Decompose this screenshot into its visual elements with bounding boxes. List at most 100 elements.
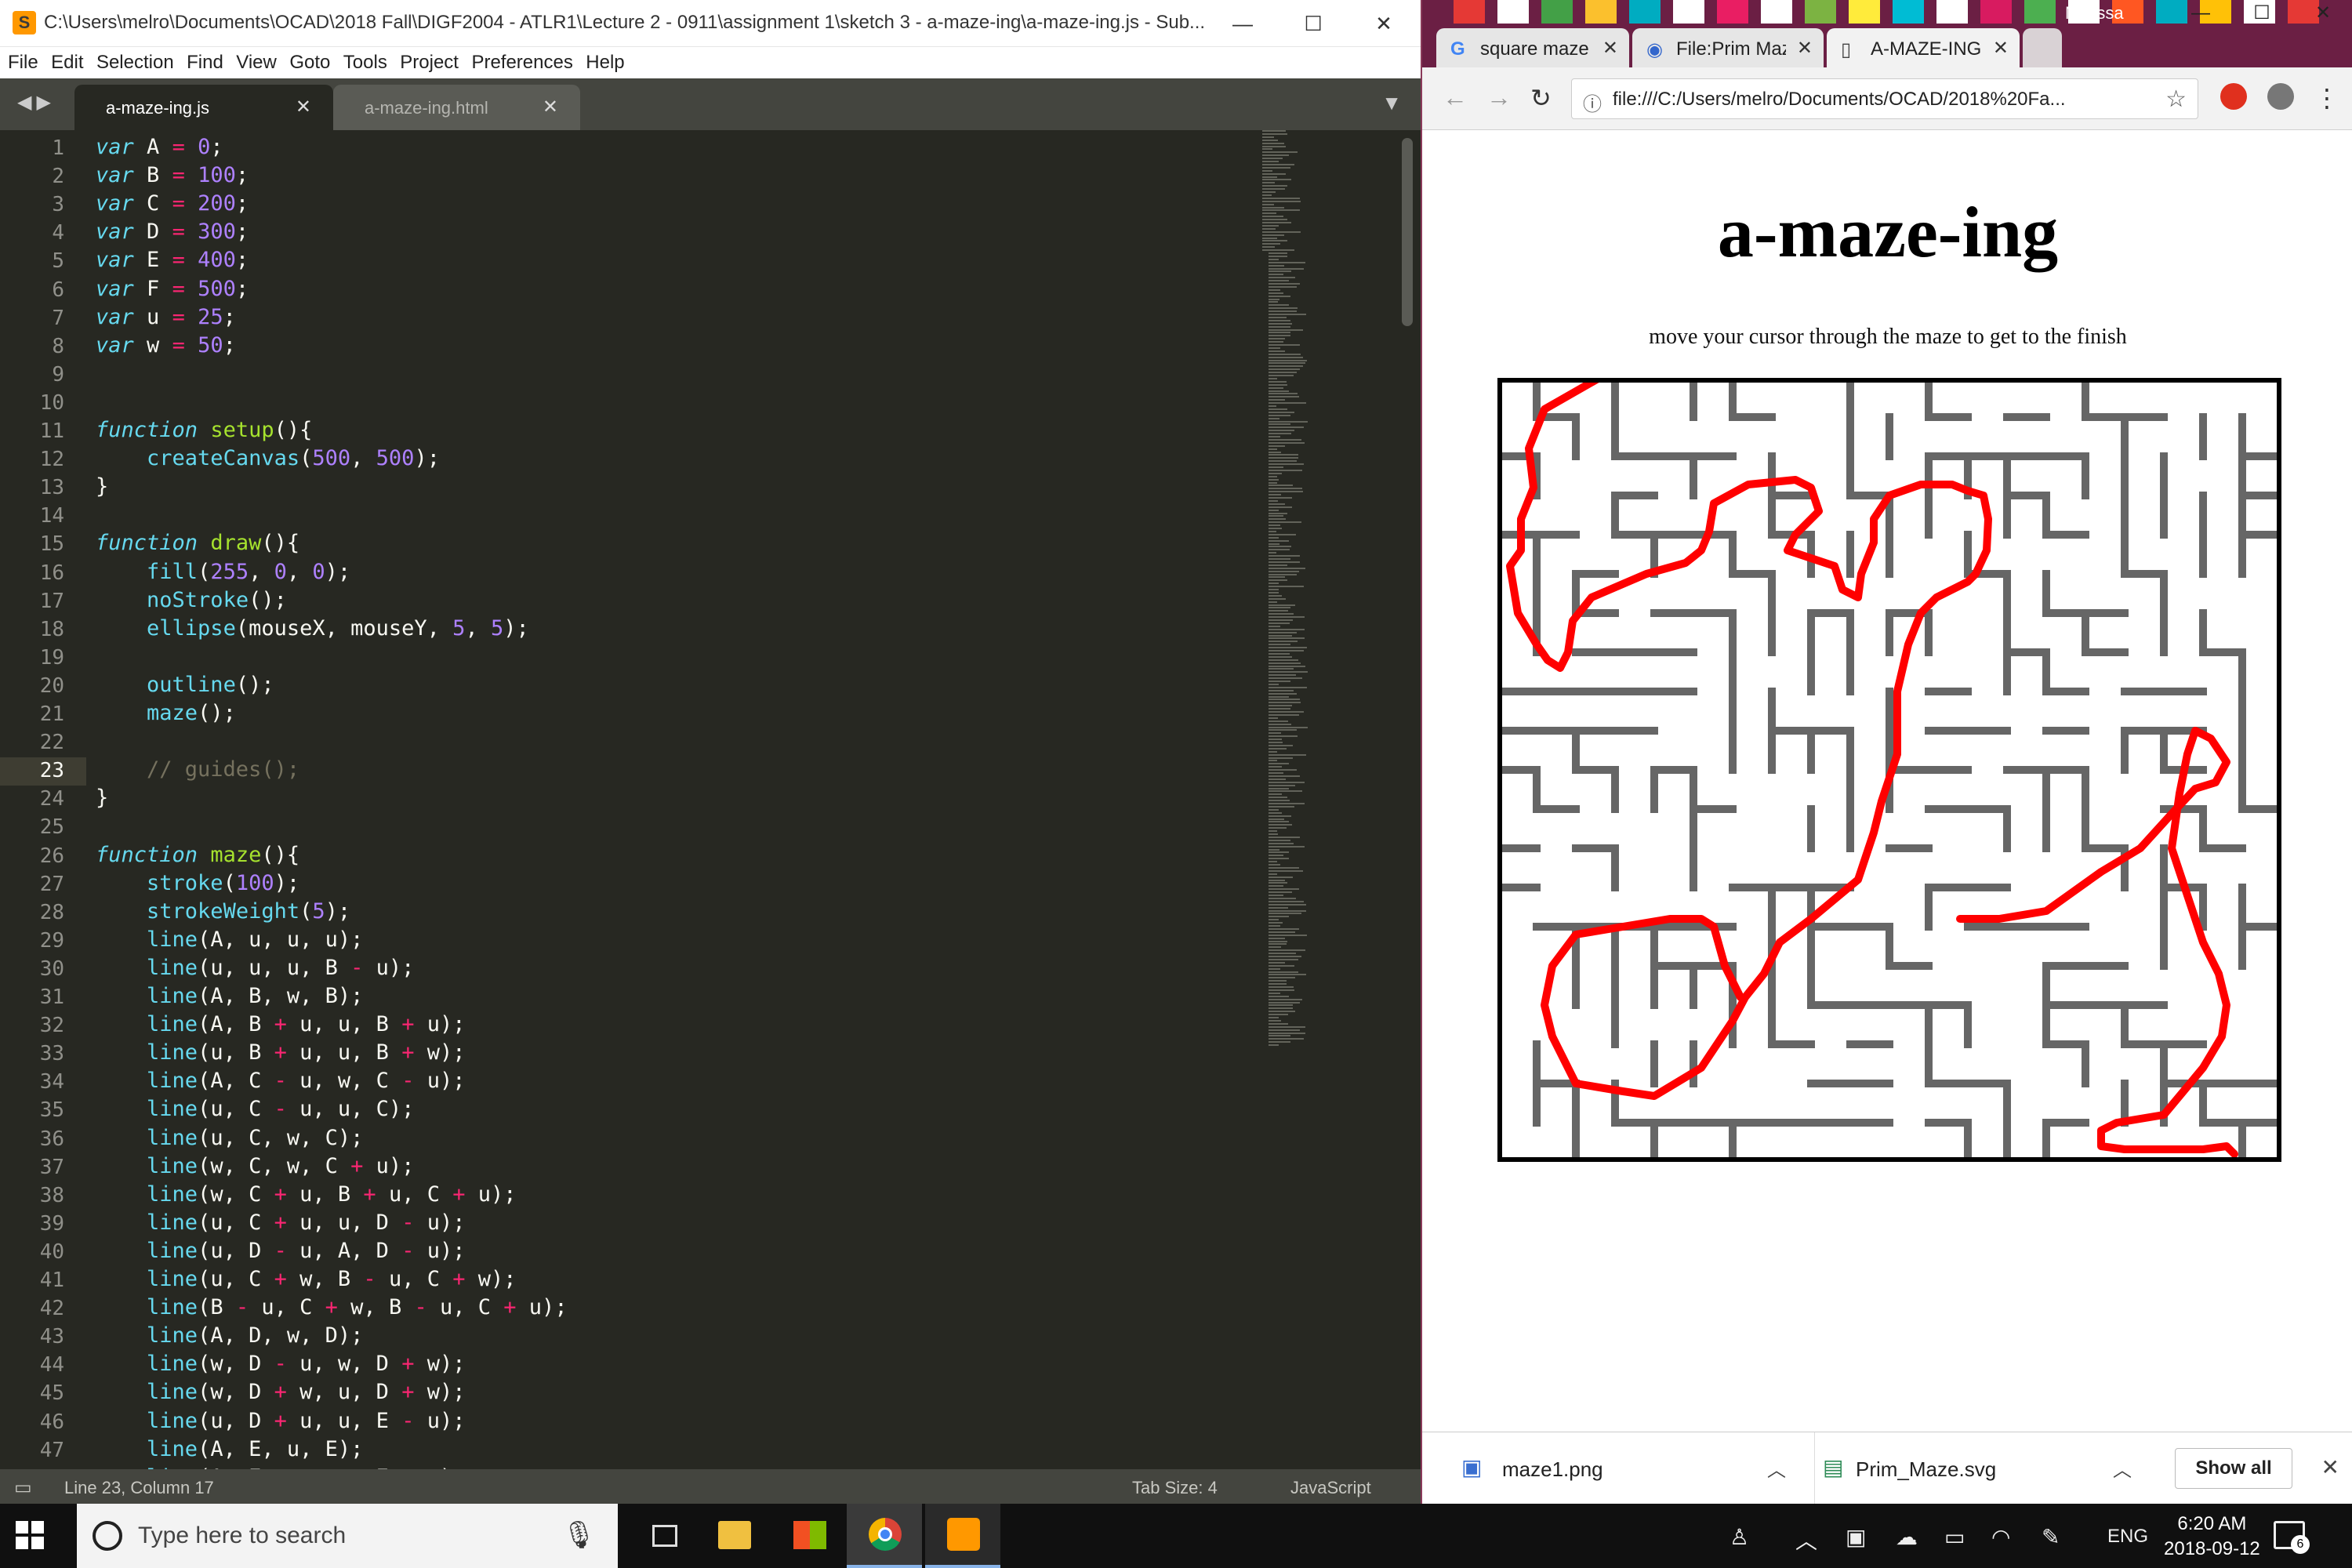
new-tab-button[interactable] [2023, 28, 2062, 67]
close-button[interactable]: ✕ [2292, 0, 2352, 27]
menu-find[interactable]: Find [179, 47, 223, 74]
code-line[interactable]: } [96, 474, 108, 499]
code-line[interactable]: // guides(); [96, 757, 299, 782]
download-item-maze1[interactable]: ▣ maze1.png ︿ [1461, 1432, 1791, 1504]
code-line[interactable]: var w = 50; [96, 333, 236, 358]
tab-dropdown-icon[interactable]: ▼ [1381, 91, 1402, 115]
tab-close-icon[interactable]: ✕ [1602, 37, 1618, 60]
maximize-button[interactable]: ☐ [1278, 0, 1348, 47]
chrome-taskbar-icon[interactable] [847, 1504, 922, 1568]
code-editor[interactable]: 1 2 3 4 5 6 7 8 9 10 11 12 13 14 15 16 17 18 19 20 21 22 23 24 2… [0, 130, 1421, 1469]
menu-selection[interactable]: Selection [89, 47, 174, 74]
show-all-button[interactable]: Show all [2175, 1448, 2292, 1489]
close-button[interactable]: ✕ [1348, 0, 1419, 47]
menu-kebab-icon[interactable]: ⋮ [2314, 83, 2339, 113]
tab-size[interactable]: Tab Size: 4 [1132, 1478, 1218, 1498]
tab-close-icon[interactable]: ✕ [543, 96, 558, 118]
code-line[interactable]: maze(); [96, 701, 236, 725]
code-line[interactable]: var A = 0; [96, 135, 223, 159]
system-clock[interactable]: 6:20 AM 2018-09-12 [2164, 1512, 2260, 1562]
forward-icon[interactable]: → [1486, 83, 1512, 112]
code-line[interactable]: line(A, C - u, w, C - u); [96, 1069, 465, 1093]
code-line[interactable]: var D = 300; [96, 220, 249, 244]
code-line[interactable]: function maze(){ [96, 843, 299, 867]
code-line[interactable]: line(u, C - u, u, C); [96, 1097, 414, 1121]
download-item-prim-maze[interactable]: ▤ Prim_Maze.svg ︿ [1814, 1432, 2143, 1504]
battery-icon[interactable]: ▭ [1944, 1524, 1965, 1550]
tab-a-maze-ing-html[interactable]: a-maze-ing.html ✕ [333, 85, 580, 130]
bookmark-star-icon[interactable]: ☆ [2165, 85, 2187, 113]
menu-goto[interactable]: Goto [281, 47, 330, 74]
code-line[interactable]: line(A, B + u, u, B + u); [96, 1012, 465, 1036]
code-line[interactable]: line(B - u, C + w, B - u, C + u); [96, 1295, 568, 1319]
code-line[interactable]: var u = 25; [96, 305, 236, 329]
code-line[interactable]: line(w, D - u, w, D + w); [96, 1352, 465, 1376]
url-text[interactable]: file:///C:/Users/melro/Documents/OCAD/20… [1613, 89, 2161, 111]
tab-nav-arrows-icon[interactable]: ◀▶ [17, 91, 56, 114]
maze-canvas[interactable] [1497, 378, 2281, 1162]
tab-a-maze-ing-js[interactable]: a-maze-ing.js ✕ [74, 85, 333, 130]
people-icon[interactable]: ♙ [1730, 1524, 1749, 1550]
tab-close-icon[interactable]: ✕ [1797, 37, 1813, 60]
code-line[interactable]: line(u, C, w, C); [96, 1126, 363, 1150]
globe-extension-icon[interactable] [2267, 83, 2294, 110]
file-explorer-icon[interactable] [696, 1504, 771, 1568]
code-line[interactable]: line(u, D - u, A, D - u); [96, 1239, 465, 1263]
menu-preferences[interactable]: Preferences [463, 47, 572, 74]
code-line[interactable]: line(u, B + u, u, B + w); [96, 1040, 465, 1065]
code-line[interactable]: strokeWeight(5); [96, 899, 350, 924]
chrome-titlebar[interactable]: G square maze ✕ ◉ File:Prim Maz ✕ ▯ A-MA… [1422, 0, 2352, 67]
code-line[interactable]: line(w, D + w, u, D + w); [96, 1380, 465, 1404]
sublime-taskbar-icon[interactable] [925, 1504, 1000, 1568]
wifi-icon[interactable]: ◠ [1991, 1524, 2010, 1550]
back-icon[interactable]: ← [1443, 83, 1468, 112]
monitor-icon[interactable]: ▣ [1846, 1524, 1866, 1550]
code-line[interactable]: function draw(){ [96, 531, 299, 555]
code-line[interactable]: fill(255, 0, 0); [96, 560, 350, 584]
onedrive-icon[interactable]: ☁ [1896, 1524, 1918, 1550]
language-indicator[interactable]: ENG [2107, 1526, 2148, 1548]
menu-view[interactable]: View [228, 47, 277, 74]
chrome-tab-a-maze-ing[interactable]: ▯ A-MAZE-ING ✕ [1827, 28, 2020, 67]
syntax-mode[interactable]: JavaScript [1290, 1478, 1371, 1498]
console-icon[interactable]: ▭ [14, 1476, 32, 1499]
pen-icon[interactable]: ✎ [2042, 1524, 2060, 1550]
code-line[interactable]: createCanvas(500, 500); [96, 446, 440, 470]
sublime-titlebar[interactable]: S C:\Users\melro\Documents\OCAD\2018 Fal… [0, 0, 1421, 47]
info-icon[interactable]: ⓘ [1583, 89, 1602, 116]
code-line[interactable]: outline(); [96, 673, 274, 697]
tab-close-icon[interactable]: ✕ [1993, 37, 2009, 60]
code-line[interactable]: line(w, C, w, C + u); [96, 1154, 414, 1178]
adblock-extension-icon[interactable] [2220, 83, 2247, 110]
close-downloads-icon[interactable]: ✕ [2321, 1454, 2339, 1480]
code-line[interactable]: line(A, u, u, u); [96, 927, 363, 952]
code-line[interactable]: line(u, C + w, B - u, C + w); [96, 1267, 517, 1291]
profile-name[interactable]: Melissa [2065, 3, 2124, 24]
chevron-up-icon[interactable]: ︿ [1767, 1454, 1786, 1482]
task-view-icon[interactable] [627, 1504, 702, 1568]
code-line[interactable]: line(u, D + u, u, E - u); [96, 1409, 465, 1433]
minimize-button[interactable]: — [2170, 0, 2231, 27]
chevron-up-icon[interactable]: ︿ [2113, 1454, 2132, 1482]
code-line[interactable]: line(u, u, u, B - u); [96, 956, 414, 980]
code-line[interactable]: noStroke(); [96, 588, 287, 612]
menu-tools[interactable]: Tools [336, 47, 387, 74]
minimize-button[interactable]: — [1207, 0, 1278, 47]
cursor-position[interactable]: Line 23, Column 17 [64, 1478, 214, 1498]
chrome-tab-prim-maze[interactable]: ◉ File:Prim Maz ✕ [1632, 28, 1824, 67]
vertical-scrollbar[interactable] [1402, 138, 1413, 326]
menu-file[interactable]: File [0, 47, 38, 74]
code-line[interactable]: stroke(100); [96, 871, 299, 895]
menu-project[interactable]: Project [392, 47, 459, 74]
code-line[interactable]: line(A, B, w, B); [96, 984, 363, 1008]
maximize-button[interactable]: ☐ [2231, 0, 2292, 27]
code-line[interactable]: line(A, E, u, E); [96, 1437, 363, 1461]
code-line[interactable]: ellipse(mouseX, mouseY, 5, 5); [96, 616, 529, 641]
reload-icon[interactable]: ↻ [1530, 83, 1552, 113]
menu-edit[interactable]: Edit [43, 47, 83, 74]
address-bar[interactable]: ⓘ file:///C:/Users/melro/Documents/OCAD/… [1571, 78, 2198, 119]
minimap[interactable] [1262, 130, 1403, 1071]
code-line[interactable]: } [96, 786, 108, 810]
microphone-icon[interactable]: 🎙 [562, 1519, 596, 1551]
code-line[interactable]: line(w, C + u, B + u, C + u); [96, 1182, 517, 1207]
